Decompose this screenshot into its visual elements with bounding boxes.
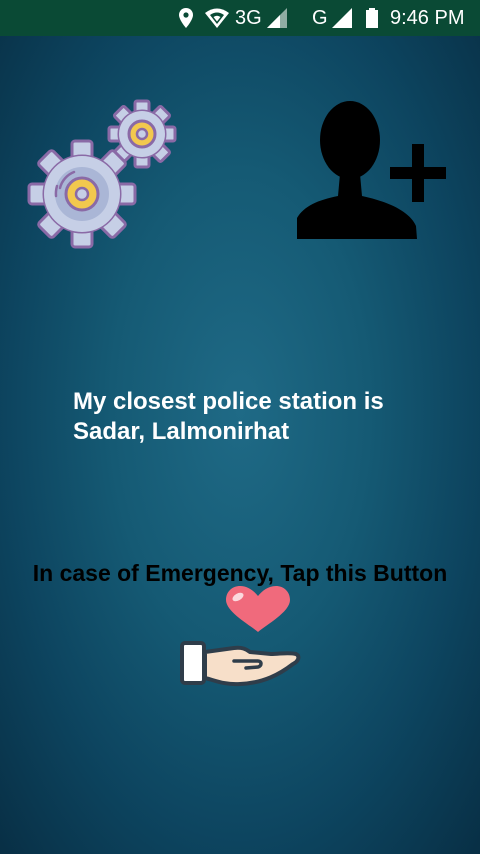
station-label: My closest police station is [73, 388, 384, 415]
station-name: Sadar, Lalmonirhat [73, 418, 290, 445]
wifi-icon [204, 0, 230, 36]
battery-icon [365, 0, 379, 36]
heart-in-hand-icon [180, 586, 301, 687]
signal-icon-secondary [331, 0, 353, 36]
settings-button[interactable] [24, 98, 180, 250]
main-screen: My closest police station is Sadar, Lalm… [0, 36, 480, 854]
closest-station-text: My closest police station is Sadar, Lalm… [73, 387, 453, 447]
emergency-button[interactable] [176, 582, 304, 692]
network-type-label-secondary: G [312, 7, 328, 29]
add-contact-button[interactable] [292, 100, 450, 242]
network-type-label: 3G [235, 7, 262, 29]
location-icon [177, 0, 195, 36]
status-bar: 3G G 9:46 PM [0, 0, 480, 36]
gear-icon [27, 99, 177, 249]
status-time: 9:46 PM [390, 7, 465, 29]
add-user-icon [297, 101, 446, 239]
signal-icon [266, 0, 288, 36]
